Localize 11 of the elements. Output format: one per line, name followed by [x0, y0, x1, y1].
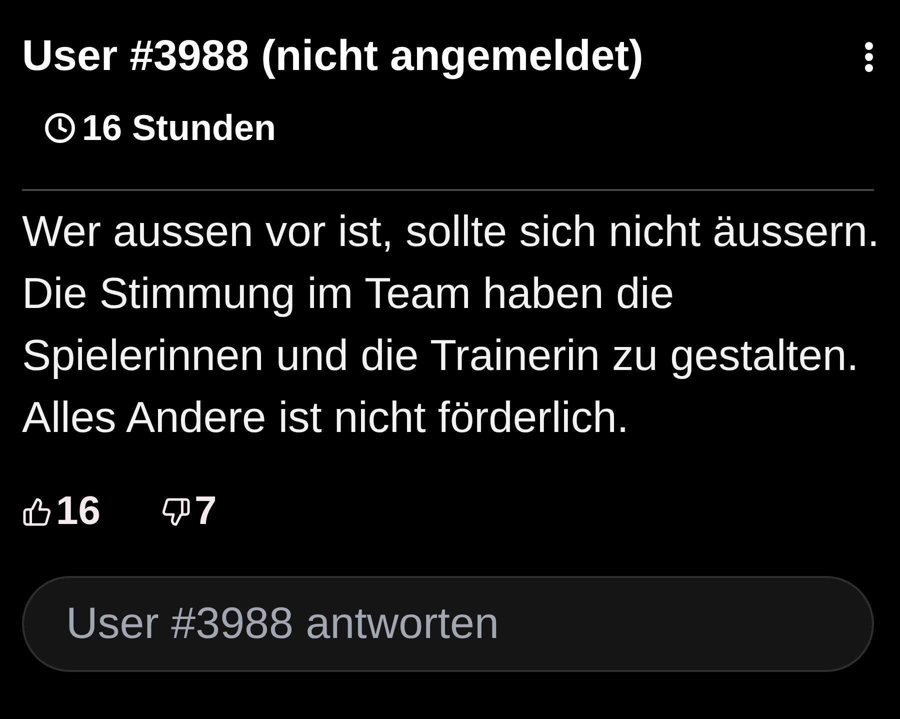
author-name: User #3988 (nicht angemeldet)	[22, 32, 644, 81]
clock-icon	[44, 112, 76, 144]
timestamp: 16 Stunden	[82, 107, 276, 149]
more-options-button[interactable]	[864, 40, 874, 72]
like-button[interactable]: 16	[22, 489, 100, 534]
thumbs-up-icon	[22, 496, 52, 526]
reply-field[interactable]: User #3988 antworten	[22, 576, 874, 672]
dislike-button[interactable]: 7	[160, 489, 217, 534]
kebab-menu-icon	[864, 40, 874, 72]
thumbs-down-icon	[160, 496, 190, 526]
comment-text: Wer aussen vor ist, sollte sich nicht äussern. Die Stimmung im Team haben die Spielerinnen und die Trainerin zu gestalten. Alles Andere ist nicht förderlich.	[22, 207, 880, 444]
